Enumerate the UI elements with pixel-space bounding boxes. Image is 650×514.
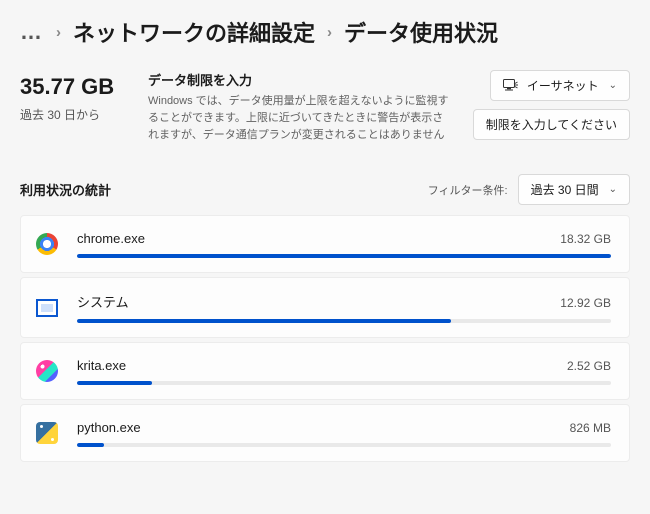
total-usage-period: 過去 30 日から [20, 106, 130, 123]
app-usage-row: システム 12.92 GB [20, 277, 630, 338]
enter-limit-button[interactable]: 制限を入力してください [473, 109, 630, 140]
data-limit-info: データ制限を入力 Windows では、データ使用量が上限を超えないように監視す… [148, 70, 455, 144]
app-usage-list: chrome.exe 18.32 GB システム 12.92 GB krita.exe 2… [20, 215, 630, 462]
filter-label: フィルター条件: [428, 182, 508, 198]
app-name: python.exe [77, 420, 141, 435]
data-limit-description: Windows では、データ使用量が上限を超えないように監視することができます。… [148, 93, 451, 144]
page-title: データ使用状況 [344, 16, 498, 48]
usage-bar-fill [77, 381, 152, 385]
total-usage: 35.77 GB 過去 30 日から [20, 70, 130, 123]
usage-bar-fill [77, 254, 611, 258]
python-icon [36, 422, 58, 444]
enter-limit-label: 制限を入力してください [486, 116, 617, 133]
app-usage-row: krita.exe 2.52 GB [20, 342, 630, 400]
app-name: krita.exe [77, 358, 126, 373]
usage-bar-fill [77, 443, 104, 447]
app-name: システム [77, 292, 129, 311]
chevron-down-icon: ⌄ [609, 184, 617, 195]
data-limit-title: データ制限を入力 [148, 70, 451, 89]
adapter-select-button[interactable]: イーサネット ⌄ [490, 70, 630, 101]
breadcrumb-more-icon[interactable]: … [20, 19, 44, 45]
app-usage-row: python.exe 826 MB [20, 404, 630, 462]
usage-bar [77, 381, 611, 385]
app-usage-amount: 2.52 GB [567, 359, 611, 373]
app-name: chrome.exe [77, 231, 145, 246]
breadcrumb: … › ネットワークの詳細設定 › データ使用状況 [20, 16, 630, 48]
usage-bar [77, 319, 611, 323]
filter-period-value: 過去 30 日間 [531, 181, 599, 198]
adapter-select-label: イーサネット [527, 77, 599, 94]
app-usage-amount: 826 MB [570, 421, 611, 435]
app-usage-row: chrome.exe 18.32 GB [20, 215, 630, 273]
usage-bar [77, 254, 611, 258]
chevron-right-icon: › [327, 24, 332, 41]
app-usage-amount: 12.92 GB [560, 296, 611, 310]
chevron-down-icon: ⌄ [609, 80, 617, 91]
filter-period-button[interactable]: 過去 30 日間 ⌄ [518, 174, 630, 205]
chevron-right-icon: › [56, 24, 61, 41]
system-icon [36, 299, 58, 317]
usage-bar-fill [77, 319, 451, 323]
breadcrumb-parent[interactable]: ネットワークの詳細設定 [73, 16, 315, 48]
chrome-icon [36, 233, 58, 255]
app-usage-amount: 18.32 GB [560, 232, 611, 246]
ethernet-icon [503, 79, 519, 93]
total-usage-value: 35.77 GB [20, 74, 130, 100]
stats-heading: 利用状況の統計 [20, 180, 111, 199]
krita-icon [36, 360, 58, 382]
usage-bar [77, 443, 611, 447]
